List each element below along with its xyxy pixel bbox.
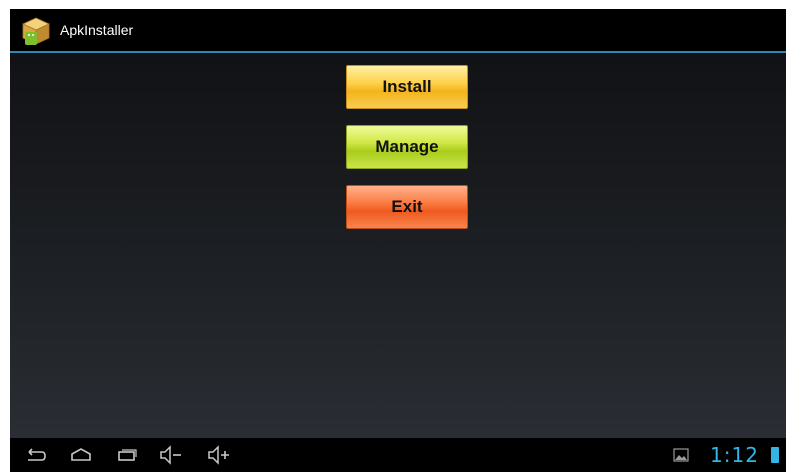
manage-button[interactable]: Manage	[346, 125, 468, 169]
recent-apps-icon[interactable]	[114, 444, 140, 466]
volume-down-icon[interactable]	[158, 444, 184, 466]
gallery-icon	[673, 448, 689, 462]
volume-up-icon[interactable]	[206, 444, 232, 466]
home-icon[interactable]	[68, 444, 94, 466]
back-icon[interactable]	[22, 444, 48, 466]
device-screen: ApkInstaller Install Manage Exit 1:12	[10, 9, 786, 472]
exit-button[interactable]: Exit	[346, 185, 468, 229]
install-button[interactable]: Install	[346, 65, 468, 109]
system-navigation-bar: 1:12	[10, 438, 786, 472]
status-clock: 1:12	[710, 443, 759, 467]
package-box-icon	[20, 15, 52, 47]
battery-icon	[771, 447, 779, 463]
action-bar: ApkInstaller	[10, 9, 786, 53]
main-content: Install Manage Exit	[10, 53, 786, 438]
app-title: ApkInstaller	[60, 22, 134, 38]
